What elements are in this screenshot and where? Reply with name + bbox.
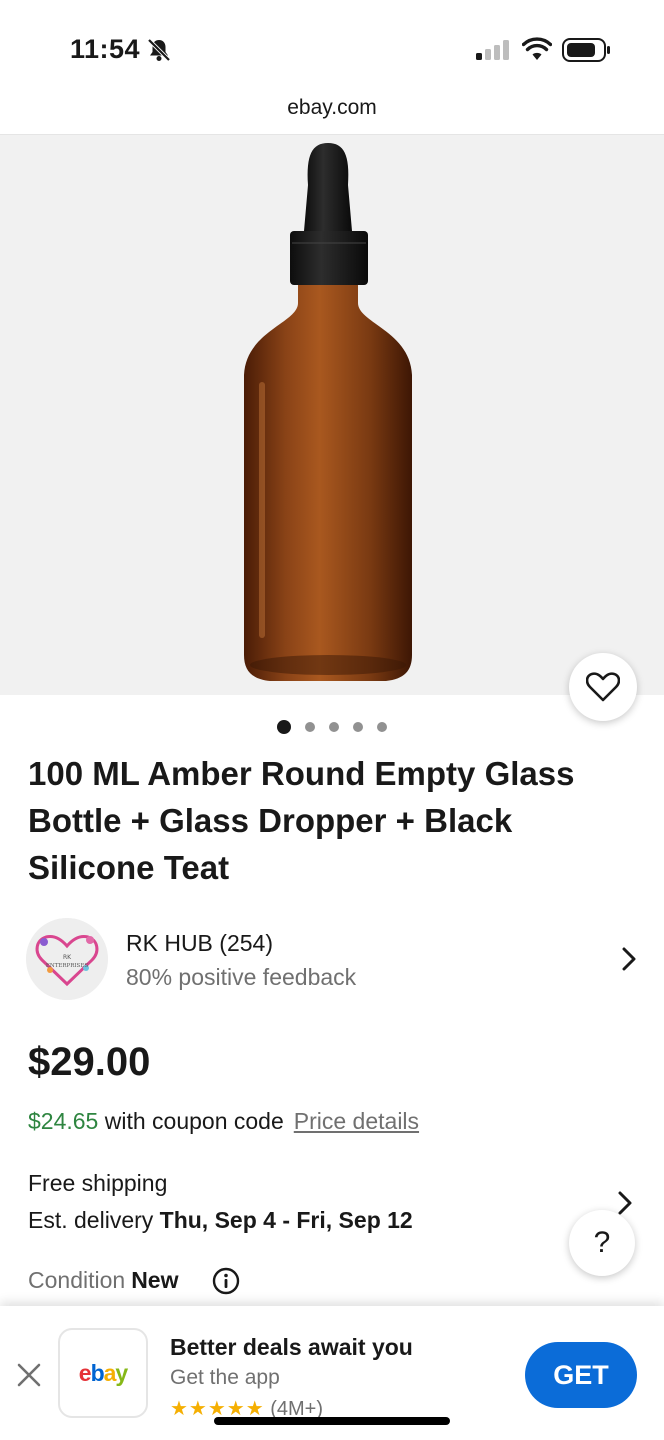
seller-avatar: RK ENTERPRISES: [26, 918, 108, 1000]
home-indicator[interactable]: [214, 1417, 450, 1425]
pagination-dot[interactable]: [353, 722, 363, 732]
ebay-app-icon: ebay: [58, 1328, 148, 1418]
seller-name[interactable]: RK HUB (254): [126, 930, 273, 957]
seller-logo: RK ENTERPRISES: [26, 918, 108, 1000]
help-button[interactable]: ?: [569, 1210, 635, 1276]
ebay-logo: ebay: [78, 1359, 128, 1386]
close-icon[interactable]: [16, 1362, 42, 1388]
condition-row: Condition New: [28, 1267, 178, 1294]
svg-text:RK: RK: [63, 954, 72, 961]
status-time: 11:54: [70, 34, 141, 64]
pagination-dot[interactable]: [277, 720, 291, 734]
watchlist-heart-button[interactable]: [569, 653, 637, 721]
banner-subtitle: Get the app: [170, 1366, 280, 1389]
product-title: 100 ML Amber Round Empty Glass Bottle + …: [28, 755, 575, 886]
price-details-link[interactable]: Price details: [294, 1108, 419, 1134]
status-bar: 11:54: [0, 0, 664, 96]
info-icon[interactable]: [212, 1267, 240, 1295]
image-pagination-dots[interactable]: [0, 720, 664, 734]
delivery-estimate: Est. delivery Thu, Sep 4 - Fri, Sep 12: [28, 1207, 413, 1234]
url-bar[interactable]: ebay.com: [0, 96, 664, 134]
delivery-label: Est. delivery: [28, 1207, 160, 1233]
svg-text:ENTERPRISES: ENTERPRISES: [46, 963, 88, 969]
get-app-button[interactable]: GET: [525, 1342, 637, 1408]
condition-value: New: [131, 1267, 179, 1293]
bell-off-icon: [147, 38, 171, 62]
heart-icon: [586, 672, 620, 702]
pagination-dot[interactable]: [329, 722, 339, 732]
product-price: $29.00: [28, 1040, 151, 1084]
chevron-right-icon[interactable]: [618, 944, 640, 974]
condition-label: Condition: [28, 1267, 126, 1293]
delivery-dates: Thu, Sep 4 - Fri, Sep 12: [159, 1207, 413, 1233]
shipping-info: Free shipping: [28, 1170, 168, 1196]
coupon-price: $24.65: [28, 1108, 99, 1134]
battery-icon: [562, 38, 610, 62]
pagination-dot[interactable]: [305, 722, 315, 732]
banner-title: Better deals await you: [170, 1334, 413, 1360]
seller-feedback: 80% positive feedback: [126, 964, 357, 990]
coupon-line: $24.65 with coupon code Price details: [28, 1108, 419, 1135]
coupon-text: with coupon code: [98, 1108, 284, 1134]
amber-bottle-image: [244, 143, 412, 681]
pagination-dot[interactable]: [377, 722, 387, 732]
seller-card[interactable]: RK ENTERPRISES RK HUB (254) 80% positive…: [26, 918, 640, 1000]
wifi-icon: [522, 37, 552, 60]
product-image[interactable]: [0, 135, 664, 695]
signal-icon: [476, 40, 509, 60]
